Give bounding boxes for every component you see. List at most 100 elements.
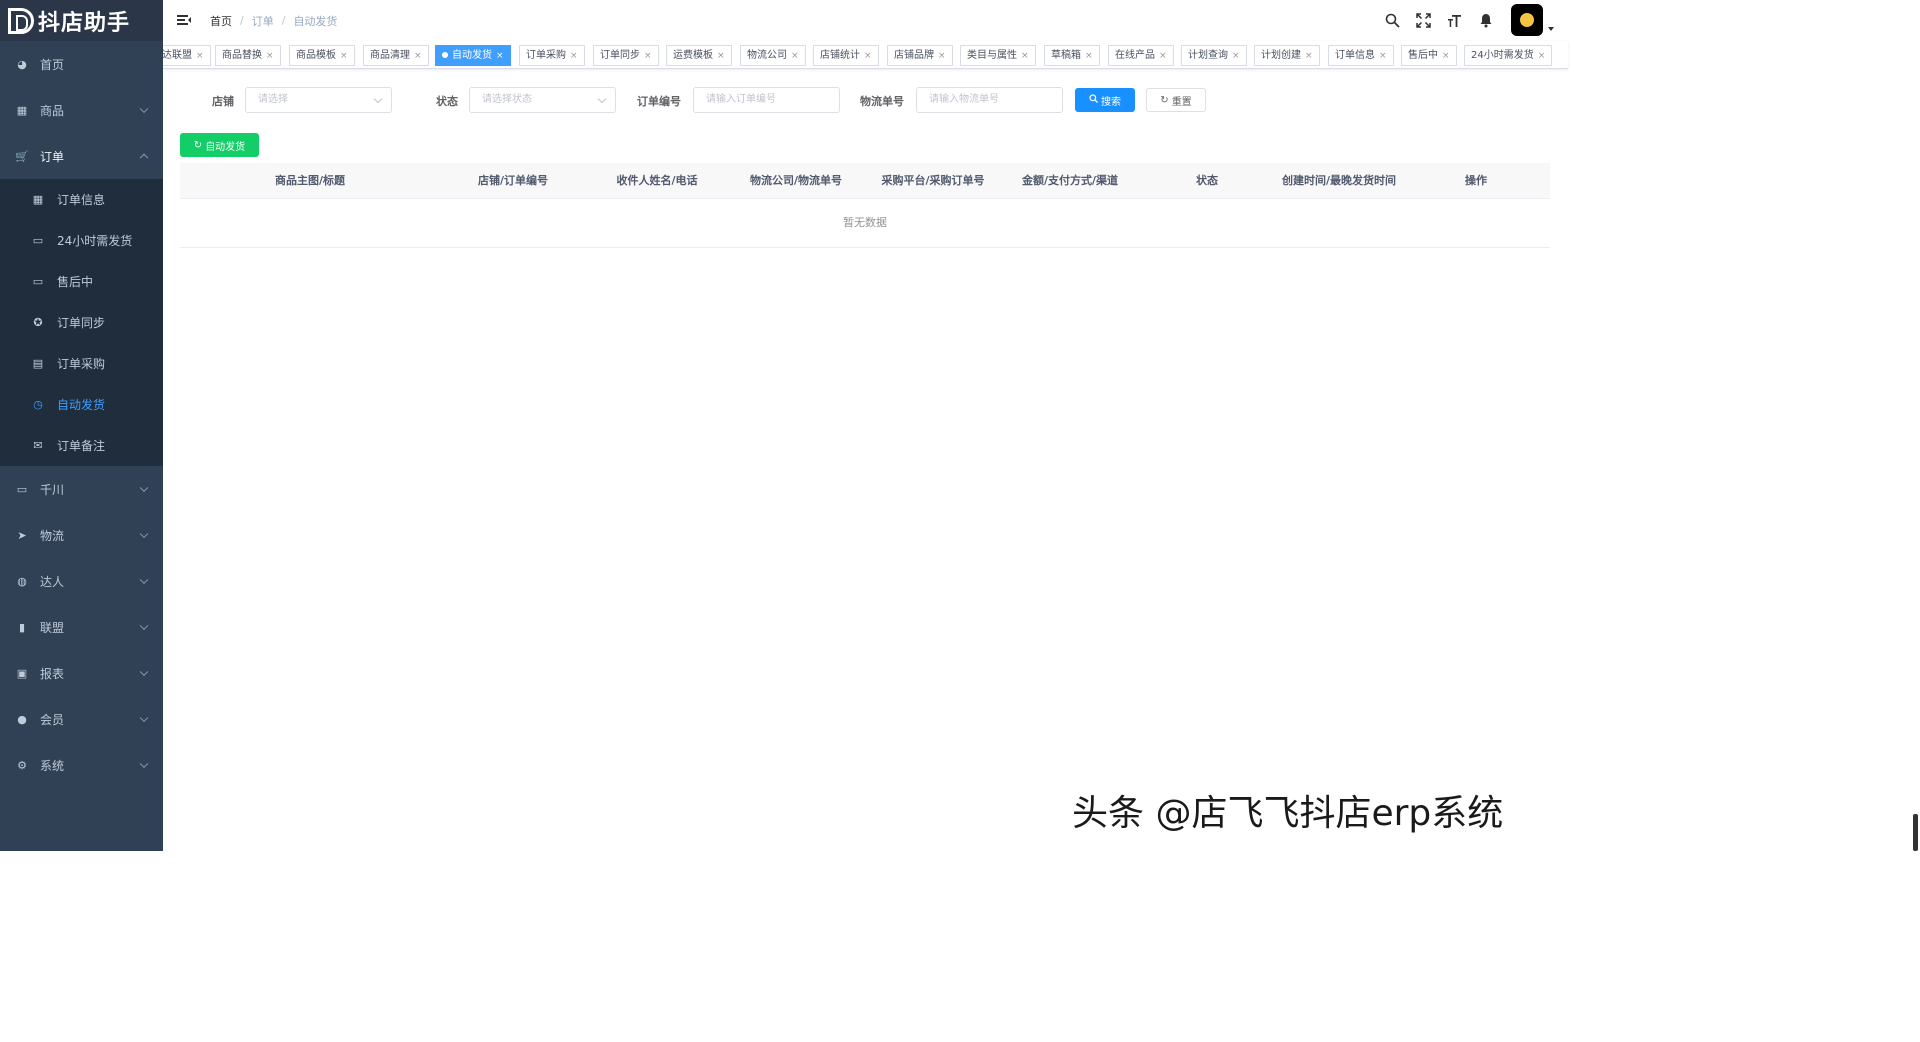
column-header: 金额/支付方式/渠道 [1021,174,1119,187]
chevron-down-icon [139,529,149,539]
user-icon: ● [17,712,27,726]
monitor-icon: ▭ [16,482,28,496]
sidebar-item-members[interactable]: ● 会员 [0,696,163,742]
chevron-down-icon [373,94,383,104]
tag-1[interactable]: 商品替换 × [215,45,281,66]
tag-label: 订单同步 [600,50,640,61]
auto-ship-button-label: 自动发货 [205,141,246,153]
tag-label: 在线产品 [1115,50,1155,61]
shop-select[interactable]: 请选择 [245,87,392,113]
shop-select-placeholder: 请选择 [258,94,288,105]
tag-label: 店铺统计 [820,50,860,61]
tag-13[interactable]: 在线产品 × [1108,45,1174,66]
breadcrumb-orders[interactable]: 订单 [252,13,274,29]
close-icon[interactable]: × [1232,51,1240,61]
sidebar-item-alliance[interactable]: ▮ 联盟 [0,604,163,650]
tag-7[interactable]: 运费模板 × [666,45,732,66]
chevron-down-icon [139,667,149,677]
table-header: 商品主图/标题 店铺/订单编号 收件人姓名/电话 物流公司/物流单号 采购平台/… [180,163,1550,199]
tag-label: 自动发货 [452,50,492,61]
sidebar-item-qianchuan[interactable]: ▭ 千川 [0,466,163,512]
sidebar-item-label: 订单同步 [57,316,106,330]
close-icon[interactable]: × [570,51,578,61]
sidebar-item-reports[interactable]: ▣ 报表 [0,650,163,696]
document-icon: ▤ [32,357,44,370]
status-select[interactable]: 请选择状态 [469,87,616,113]
sidebar-item-label: 系统 [40,758,65,773]
scrollbar[interactable] [1913,814,1918,851]
breadcrumb-home[interactable]: 首页 [210,13,232,29]
tag-label: 运费模板 [673,50,713,61]
close-icon[interactable]: × [1538,51,1546,61]
order-number-input[interactable]: 请输入订单编号 [693,87,840,113]
hamburger-icon[interactable] [177,15,191,26]
tag-label: 24小时需发货 [1471,50,1534,61]
sidebar-item-order-sync[interactable]: ✪ 订单同步 [0,302,163,343]
search-icon[interactable] [1377,4,1408,36]
caret-down-icon[interactable] [1548,27,1554,31]
sidebar-item-order-notes[interactable]: ✉ 订单备注 [0,425,163,466]
reset-button[interactable]: ↻ 重置 [1146,88,1206,112]
sidebar-item-home[interactable]: ◕ 首页 [0,41,163,87]
tag-2[interactable]: 商品模板 × [289,45,355,66]
close-icon[interactable]: × [414,51,422,61]
sidebar-item-auto-ship[interactable]: ◷ 自动发货 [0,384,163,425]
tag-3[interactable]: 商品清理 × [363,45,429,66]
tag-4[interactable]: 自动发货 × [435,45,511,66]
sidebar-item-order-purchase[interactable]: ▤ 订单采购 [0,343,163,384]
tag-11[interactable]: 类目与属性 × [960,45,1036,66]
tag-15[interactable]: 计划创建 × [1254,45,1320,66]
close-icon[interactable]: × [1379,51,1387,61]
sidebar-item-products[interactable]: ▦ 商品 [0,87,163,133]
breadcrumb: 首页 / 订单 / 自动发货 [210,13,338,29]
tags-view: 达联盟 × 商品替换 × 商品模板 × 商品清理 × 自动发货 × 订单采购 × 订单同步 × 运费模板 × 物… [163,41,1568,69]
chevron-down-icon [139,759,149,769]
close-icon[interactable]: × [644,51,652,61]
auto-ship-button[interactable]: ↻ 自动发货 [180,133,259,157]
close-icon[interactable]: × [266,51,274,61]
avatar-image [1520,13,1534,27]
sidebar-item-after-sales[interactable]: ▭ 售后中 [0,261,163,302]
tag-16[interactable]: 订单信息 × [1328,45,1394,66]
close-icon[interactable]: × [791,51,799,61]
tag-6[interactable]: 订单同步 × [593,45,659,66]
close-icon[interactable]: × [1305,51,1313,61]
close-icon[interactable]: × [496,51,504,61]
logo[interactable]: 抖店助手 [0,0,163,41]
sidebar-item-order-info[interactable]: ▦ 订单信息 [0,179,163,220]
close-icon[interactable]: × [864,51,872,61]
grid-icon: ▦ [32,193,44,206]
tag-12[interactable]: 草稿箱 × [1044,45,1100,66]
logistics-number-input[interactable]: 请输入物流单号 [916,87,1063,113]
font-size-icon[interactable] [1439,4,1470,36]
avatar[interactable] [1511,4,1543,36]
fullscreen-icon[interactable] [1408,4,1439,36]
close-icon[interactable]: × [1159,51,1167,61]
close-icon[interactable]: × [196,51,204,61]
tag-5[interactable]: 订单采购 × [519,45,585,66]
close-icon[interactable]: × [1021,51,1029,61]
close-icon[interactable]: × [340,51,348,61]
sidebar-item-logistics[interactable]: ➤ 物流 [0,512,163,558]
sidebar-item-system[interactable]: ⚙ 系统 [0,742,163,788]
active-dot-icon [442,52,448,58]
tag-0[interactable]: 达联盟 × [163,45,211,66]
close-icon[interactable]: × [1085,51,1093,61]
tag-10[interactable]: 店铺品牌 × [887,45,953,66]
sidebar-item-orders[interactable]: 🛒 订单 [0,133,163,179]
chevron-down-icon [139,104,149,114]
sidebar-item-24h-ship[interactable]: ▭ 24小时需发货 [0,220,163,261]
tag-8[interactable]: 物流公司 × [740,45,806,66]
column-header: 操作 [1465,174,1487,187]
navbar-actions [1377,4,1554,36]
close-icon[interactable]: × [1442,51,1450,61]
tag-17[interactable]: 售后中 × [1401,45,1457,66]
tag-9[interactable]: 店铺统计 × [813,45,879,66]
close-icon[interactable]: × [717,51,725,61]
tag-18[interactable]: 24小时需发货 × [1464,45,1553,66]
tag-14[interactable]: 计划查询 × [1181,45,1247,66]
sidebar-item-influencers[interactable]: ◍ 达人 [0,558,163,604]
search-button[interactable]: 搜索 [1075,88,1135,112]
bell-icon[interactable] [1470,4,1501,36]
close-icon[interactable]: × [938,51,946,61]
